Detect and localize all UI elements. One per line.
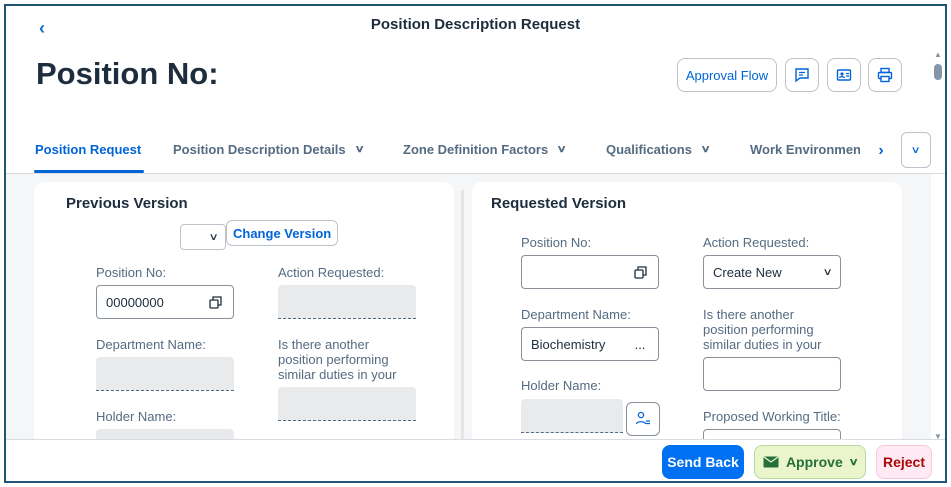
chevron-down-icon: ∨ xyxy=(822,266,833,278)
tab-position-description-details[interactable]: Position Description Details ∨ xyxy=(173,142,365,157)
scroll-up-arrow-icon[interactable]: ▲ xyxy=(934,50,942,59)
print-button[interactable] xyxy=(868,58,902,92)
req-similar-duties-label: Is there another position performing sim… xyxy=(703,307,822,352)
tab-label: Zone Definition Factors xyxy=(403,142,549,157)
tab-overflow-button[interactable]: ∨ xyxy=(901,132,931,168)
reject-button[interactable]: Reject xyxy=(876,445,932,479)
chevron-down-icon: ∨ xyxy=(556,144,567,155)
prev-position-no-field[interactable]: 00000000 xyxy=(96,285,234,319)
footer-toolbar: Send Back Approve ∨ Reject xyxy=(6,439,945,481)
req-department-field[interactable]: Biochemistry ... xyxy=(521,327,659,361)
chevron-down-icon: ∨ xyxy=(848,456,859,468)
printer-icon xyxy=(877,67,893,83)
req-position-no-field[interactable] xyxy=(521,255,659,289)
holder-lookup-button[interactable] xyxy=(626,402,660,436)
tab-label: Position Description Details xyxy=(173,142,346,157)
scrollbar-thumb[interactable] xyxy=(934,64,942,80)
tab-zone-definition-factors[interactable]: Zone Definition Factors ∨ xyxy=(403,142,567,157)
tab-qualifications[interactable]: Qualifications ∨ xyxy=(606,142,711,157)
active-tab-indicator xyxy=(34,170,144,173)
comment-icon xyxy=(795,68,809,83)
tab-scroll-right-button[interactable]: › xyxy=(870,138,892,164)
comments-button[interactable] xyxy=(785,58,819,92)
previous-version-title: Previous Version xyxy=(66,195,188,212)
change-version-button[interactable]: Change Version xyxy=(226,220,339,246)
tab-bar: Position Request Position Description De… xyxy=(6,128,945,174)
id-card-icon xyxy=(836,69,852,81)
prev-action-requested-label: Action Requested: xyxy=(278,265,385,280)
req-action-requested-select[interactable]: Create New ∨ xyxy=(703,255,841,289)
tab-label: Position Request xyxy=(35,142,142,157)
copy-icon[interactable] xyxy=(206,293,224,311)
value-help-icon[interactable]: ... xyxy=(631,335,649,353)
chevron-right-icon: › xyxy=(878,142,884,159)
chevron-down-icon: ∨ xyxy=(700,144,711,155)
approve-button[interactable]: Approve ∨ xyxy=(754,445,866,479)
copy-icon[interactable] xyxy=(631,263,649,281)
tab-label: Work Environmen xyxy=(750,142,860,157)
req-department-label: Department Name: xyxy=(521,307,631,322)
tab-position-request[interactable]: Position Request xyxy=(35,142,141,157)
app-title: Position Description Request xyxy=(370,16,581,33)
prev-similar-duties-field xyxy=(278,387,416,421)
prev-holder-label: Holder Name: xyxy=(96,409,177,424)
person-list-icon xyxy=(635,411,650,425)
approval-flow-button[interactable]: Approval Flow xyxy=(677,58,777,92)
envelope-icon xyxy=(763,456,779,468)
tab-work-environment[interactable]: Work Environmen xyxy=(750,142,860,157)
vertical-scrollbar[interactable]: ▲ ▼ xyxy=(931,46,945,441)
prev-similar-duties-label: Is there another position performing sim… xyxy=(278,337,397,382)
prev-action-requested-field xyxy=(278,285,416,319)
app-frame: ‹ Position Description Request Position … xyxy=(4,4,947,483)
req-department-value: Biochemistry xyxy=(531,336,606,352)
approve-label: Approve xyxy=(785,454,843,470)
chevron-down-icon: ∨ xyxy=(208,231,219,243)
req-action-requested-value: Create New xyxy=(713,264,782,280)
section-divider xyxy=(461,190,464,439)
req-position-no-label: Position No: xyxy=(521,235,592,250)
chevron-down-icon: ∨ xyxy=(354,144,365,155)
req-holder-label: Holder Name: xyxy=(521,378,602,393)
req-similar-duties-field[interactable] xyxy=(703,357,841,391)
prev-department-label: Department Name: xyxy=(96,337,206,352)
page-title: Position No: xyxy=(36,56,219,91)
prev-department-field xyxy=(96,357,234,391)
contact-card-button[interactable] xyxy=(827,58,861,92)
req-working-title-label: Proposed Working Title: xyxy=(703,409,841,424)
req-action-requested-label: Action Requested: xyxy=(703,235,810,250)
version-select[interactable]: ∨ xyxy=(180,224,226,250)
chevron-down-icon: ∨ xyxy=(910,144,922,156)
req-holder-field xyxy=(521,399,623,433)
prev-position-no-label: Position No: xyxy=(96,265,167,280)
tab-label: Qualifications xyxy=(606,142,692,157)
send-back-button[interactable]: Send Back xyxy=(662,445,744,479)
requested-version-title: Requested Version xyxy=(491,195,627,212)
prev-position-no-value: 00000000 xyxy=(106,294,164,310)
